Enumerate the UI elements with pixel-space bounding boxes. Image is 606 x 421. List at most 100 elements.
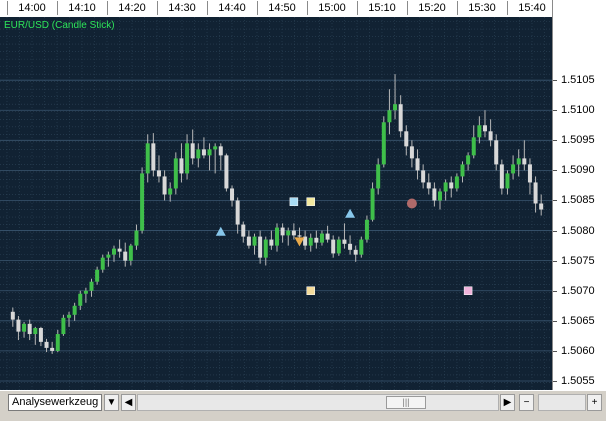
time-tick-label: 15:30: [468, 2, 496, 14]
candle-body: [511, 164, 516, 174]
candle-body: [359, 239, 364, 255]
price-tick: [553, 320, 557, 322]
candle-body: [218, 146, 223, 156]
candle-body: [393, 104, 398, 111]
candle-body: [454, 176, 459, 189]
square-marker: [463, 286, 473, 295]
chevron-down-icon: ▼: [106, 397, 117, 408]
time-axis: 14:00 14:10 14:20 14:30 14:40 14:50 15:00 15:10…: [0, 0, 552, 18]
horizontal-scrollbar[interactable]: |||: [137, 394, 499, 411]
candle-body: [471, 137, 476, 156]
candle-body: [364, 219, 369, 240]
candle-body: [185, 143, 190, 174]
candle-body: [201, 149, 206, 156]
candle-body: [241, 224, 246, 237]
candle-body: [280, 227, 285, 236]
price-tick-label: 1.5060: [561, 344, 595, 357]
candle-body: [505, 173, 510, 189]
time-tick-label: 15:40: [518, 2, 546, 14]
candle-body: [123, 251, 128, 261]
candle-body: [145, 143, 150, 174]
candle-body: [353, 249, 358, 255]
price-tick-label: 1.5055: [561, 374, 595, 387]
candle-body: [522, 158, 527, 165]
candle-body: [196, 149, 201, 159]
time-separator: [157, 1, 158, 15]
time-tick-label: 15:20: [418, 2, 446, 14]
candle-body: [111, 248, 116, 255]
candle-body: [151, 143, 156, 171]
minus-icon: −: [523, 397, 530, 408]
time-tick-label: 14:30: [168, 2, 196, 14]
arrow-right-icon: ▶: [503, 397, 512, 408]
candle-body: [426, 182, 431, 189]
price-tick: [553, 170, 557, 172]
candle-body: [275, 227, 279, 246]
candle-body: [482, 125, 487, 132]
scroll-thumb[interactable]: |||: [386, 396, 426, 409]
candle-body: [50, 347, 55, 351]
candle-body: [516, 158, 521, 165]
time-tick-label: 14:20: [118, 2, 146, 14]
time-separator: [257, 1, 258, 15]
candle-body: [258, 236, 263, 258]
price-tick-label: 1.5090: [561, 164, 595, 177]
candle-body: [179, 158, 184, 174]
price-tick: [553, 290, 557, 292]
candle-body: [213, 146, 218, 150]
square-marker: [306, 197, 315, 206]
candle-body: [128, 245, 133, 261]
candle-body: [342, 239, 347, 244]
dropdown-button[interactable]: ▼: [104, 394, 119, 411]
chart-title: EUR/USD (Candle Stick): [4, 20, 115, 31]
time-separator: [57, 1, 58, 15]
time-separator: [307, 1, 308, 15]
candle-body: [291, 230, 296, 236]
candle-body: [297, 235, 302, 237]
price-tick-label: 1.5085: [561, 194, 595, 207]
arrow-left-icon: ◀: [124, 397, 133, 408]
candle-body: [499, 164, 504, 189]
candle-body: [449, 182, 454, 189]
zoom-out-button[interactable]: −: [519, 394, 534, 411]
candle-body: [269, 239, 274, 246]
candle-body: [331, 239, 336, 254]
candle-body: [381, 122, 386, 165]
time-separator: [7, 1, 8, 15]
candle-body: [252, 236, 257, 246]
analysis-tool-label: Analysewerkzeug: [12, 396, 99, 408]
candle-body: [443, 182, 448, 192]
time-tick-label: 15:00: [318, 2, 346, 14]
price-tick: [553, 110, 557, 112]
candle-body: [527, 164, 532, 183]
candle-body: [38, 328, 43, 342]
price-tick: [553, 380, 557, 382]
grip-icon: |||: [402, 397, 410, 407]
candle-body: [308, 237, 313, 246]
candle-body: [246, 236, 251, 246]
time-tick-label: 15:10: [368, 2, 396, 14]
square-marker: [306, 286, 315, 295]
candle-body: [173, 158, 178, 189]
candle-body: [477, 125, 482, 138]
candle-body: [100, 257, 105, 270]
zoom-slider[interactable]: [538, 394, 586, 411]
price-tick: [553, 230, 557, 232]
price-tick-label: 1.5080: [561, 224, 595, 237]
scroll-right-button[interactable]: ▶: [500, 394, 515, 411]
candle-body: [263, 239, 268, 258]
time-separator: [407, 1, 408, 15]
analysis-tool-select[interactable]: Analysewerkzeug: [8, 394, 102, 411]
zoom-in-button[interactable]: +: [587, 394, 602, 411]
scroll-left-button[interactable]: ◀: [121, 394, 136, 411]
candle-body: [460, 164, 465, 177]
candle-body: [44, 341, 49, 348]
candle-body: [432, 188, 437, 201]
price-tick: [553, 350, 557, 352]
candle-body: [398, 104, 403, 132]
plus-icon: +: [591, 397, 598, 408]
candle-body: [33, 328, 38, 335]
candle-body: [235, 200, 240, 225]
candle-body: [67, 314, 72, 318]
circle-marker: [406, 198, 417, 209]
